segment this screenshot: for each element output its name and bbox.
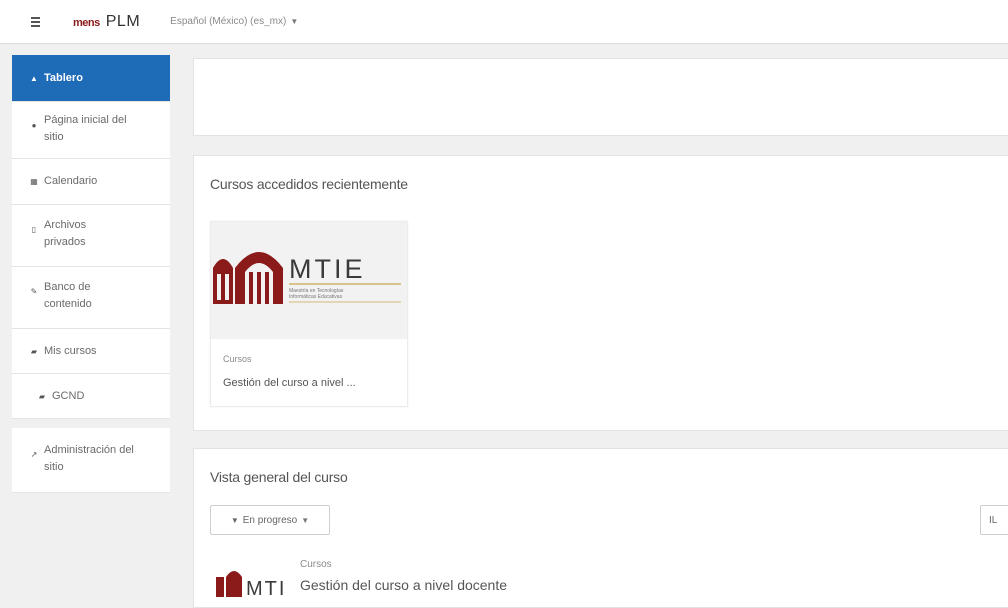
sidebar-nav: ▲ Tablero ● Página inicial del sitio ▦ C… [12, 55, 170, 493]
language-menu[interactable]: Español (México) (es_mx) ▼ [170, 16, 298, 27]
sidebar-item-label: Calendario [44, 175, 98, 187]
course-category: Cursos [223, 354, 252, 364]
logo-subtitle: Informáticas Educativas [289, 294, 343, 300]
top-navbar: mens PLM Español (México) (es_mx) ▼ [0, 0, 1008, 44]
filter-label: En progreso [242, 514, 298, 526]
sidebar-item-administracion[interactable]: ↗ Administración del sitio [12, 428, 170, 493]
caret-down-icon: ▼ [290, 17, 299, 26]
sidebar-item-label: Archivos privados [44, 219, 87, 248]
calendar-icon: ▦ [30, 177, 38, 186]
filter-icon: ▼ [230, 515, 239, 525]
hamburger-icon-bar [30, 20, 40, 23]
hamburger-icon-bar [30, 16, 40, 19]
graduation-cap-icon: ▰ [30, 346, 38, 356]
sidebar-item-mis-cursos[interactable]: ▰ Mis cursos [12, 329, 170, 374]
site-name: PLM [105, 12, 141, 30]
sidebar-item-archivos-privados[interactable]: ▯ Archivos privados [12, 205, 170, 267]
sidebar-item-pagina-inicial[interactable]: ● Página inicial del sitio [12, 102, 170, 159]
sidebar-item-tablero[interactable]: ▲ Tablero [12, 55, 170, 102]
menu-toggle-button[interactable] [23, 11, 47, 33]
mtie-logo: MTI [216, 571, 286, 600]
brand-logo: mens [73, 16, 100, 29]
caret-down-icon: ▼ [301, 515, 310, 525]
pencil-icon: ✎ [30, 287, 38, 296]
wrench-icon: ↗ [30, 450, 38, 459]
mtie-logo: MTIE Maestría en Tecnologías Informática… [213, 252, 401, 304]
sidebar-item-label: GCND [52, 389, 85, 402]
course-filter-dropdown[interactable]: ▼ En progreso ▼ [210, 505, 330, 535]
logo-title: MTIE [289, 254, 366, 284]
course-overview-title: Vista general del curso [210, 469, 348, 485]
sidebar-item-label: Banco de contenido [44, 281, 92, 310]
sidebar-item-label: Tablero [44, 71, 83, 84]
course-list-item[interactable]: MTI Cursos Gestión del curso a nivel doc… [210, 547, 1008, 607]
course-name-link[interactable]: Gestión del curso a nivel ... [223, 377, 356, 389]
course-overview-block: Vista general del curso ▼ En progreso ▼ … [193, 448, 1008, 608]
header-panel [193, 58, 1008, 136]
site-brand[interactable]: mens PLM [73, 13, 140, 31]
sidebar-item-label: Administración del sitio [44, 444, 134, 473]
file-icon: ▯ [31, 225, 37, 234]
course-category: Cursos [300, 559, 332, 570]
sort-label: IL [989, 514, 998, 526]
recent-courses-title: Cursos accedidos recientemente [210, 176, 408, 192]
sidebar-item-label: Página inicial del sitio [44, 114, 127, 143]
sidebar-item-banco-contenido[interactable]: ✎ Banco de contenido [12, 267, 170, 329]
course-card-image: MTIE Maestría en Tecnologías Informática… [211, 222, 407, 339]
circle-icon: ● [31, 121, 37, 130]
recent-courses-block: Cursos accedidos recientemente MTIE Maes… [193, 155, 1008, 431]
language-label: Español (México) (es_mx) [170, 16, 287, 27]
hamburger-icon-bar [30, 24, 40, 27]
sidebar-item-label: Mis cursos [44, 344, 97, 357]
sort-dropdown[interactable]: IL [980, 505, 1008, 535]
course-card[interactable]: MTIE Maestría en Tecnologías Informática… [210, 221, 408, 407]
sidebar-item-calendario[interactable]: ▦ Calendario [12, 159, 170, 205]
sidebar-item-gcnd[interactable]: ▰ GCND [12, 374, 170, 419]
course-name-link[interactable]: Gestión del curso a nivel docente [300, 577, 507, 593]
logo-title: MTI [246, 578, 286, 600]
home-icon: ▲ [30, 73, 38, 83]
graduation-cap-icon: ▰ [38, 391, 46, 401]
